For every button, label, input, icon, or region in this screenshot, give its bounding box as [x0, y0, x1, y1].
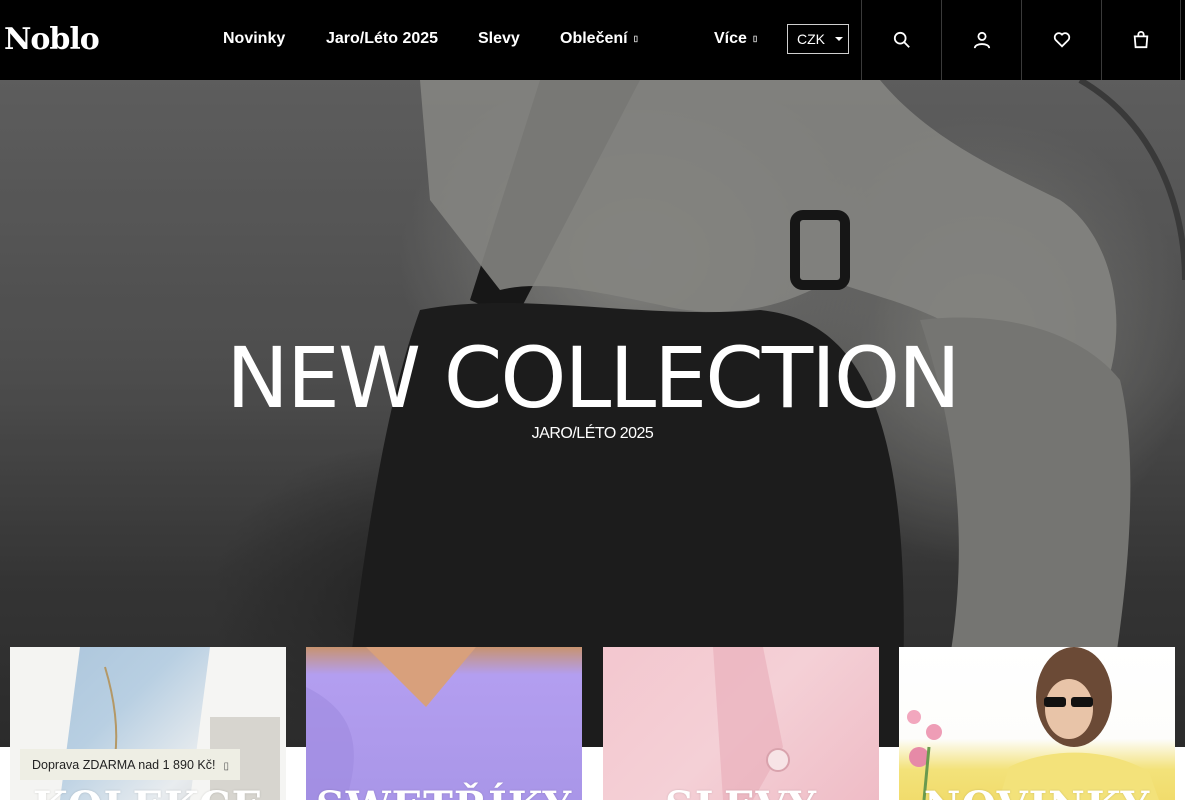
free-shipping-bar[interactable]: Doprava ZDARMA nad 1 890 Kč! ▯ — [20, 749, 240, 780]
tile-photo — [907, 647, 1159, 800]
nav-item-label: Slevy — [478, 30, 520, 47]
dropdown-arrow-icon — [835, 37, 843, 41]
nav-item-label: Jaro/Léto 2025 — [326, 30, 439, 47]
hero-subtitle: JARO/LÉTO 2025 — [531, 425, 654, 442]
hero-title: NEW COLLECTION — [226, 329, 961, 427]
currency-value: CZK — [797, 31, 825, 47]
close-icon[interactable]: ▯ — [223, 761, 229, 772]
nav-item-vice[interactable]: Více ▯ — [714, 30, 757, 48]
search-icon — [893, 31, 910, 48]
category-tile-novinky[interactable]: NOVINKY — [899, 647, 1175, 800]
nav-item-slevy[interactable]: Slevy — [478, 30, 520, 48]
cart-button[interactable] — [1101, 0, 1181, 80]
tile-photo — [713, 647, 790, 800]
category-tile-slevy[interactable]: SLEVY — [603, 647, 879, 800]
nav-item-jaro-leto[interactable]: Jaro/Léto 2025 — [326, 30, 438, 48]
nav-item-novinky[interactable]: Novinky — [223, 30, 285, 48]
tile-photo — [306, 647, 476, 800]
user-icon — [973, 31, 990, 49]
tile-label: SLEVY — [603, 783, 879, 800]
tile-label: NOVINKY — [899, 783, 1175, 800]
tile-label: SWETŘÍKY — [306, 783, 582, 800]
nav-item-label: Více — [714, 30, 747, 47]
main-nav: Novinky Jaro/Léto 2025 Slevy Oblečení ▯ V… — [0, 0, 1185, 80]
shipping-text: Doprava ZDARMA nad 1 890 Kč! — [32, 758, 216, 772]
category-tile-swetriky[interactable]: SWETŘÍKY — [306, 647, 582, 800]
chevron-down-icon: ▯ — [633, 34, 638, 44]
cart-icon — [1133, 31, 1149, 49]
heart-icon — [1053, 32, 1070, 48]
currency-select[interactable]: CZK — [787, 24, 849, 54]
nav-item-label: Novinky — [223, 30, 286, 47]
search-button[interactable] — [861, 0, 941, 80]
tile-label: KOLEKCE — [10, 783, 286, 800]
chevron-down-icon: ▯ — [752, 34, 758, 44]
account-button[interactable] — [941, 0, 1021, 80]
nav-item-obleceni[interactable]: Oblečení ▯ — [560, 30, 638, 48]
site-header: Noblo Novinky Jaro/Léto 2025 Slevy Obleč… — [0, 0, 1185, 80]
wishlist-button[interactable] — [1021, 0, 1101, 80]
nav-item-label: Oblečení — [560, 30, 628, 47]
